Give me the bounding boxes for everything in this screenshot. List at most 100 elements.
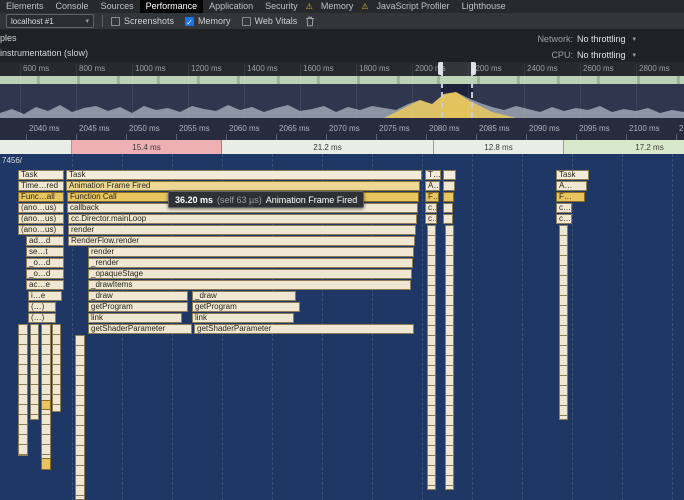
- tab-lighthouse[interactable]: Lighthouse: [456, 0, 512, 13]
- checkbox-unchecked-icon[interactable]: [241, 16, 251, 26]
- tab-application[interactable]: Application: [203, 0, 259, 13]
- flame-bar[interactable]: _o…d: [26, 258, 64, 268]
- flame-bar[interactable]: Time…red: [18, 181, 64, 191]
- selection-window[interactable]: [441, 62, 473, 118]
- flame-bar[interactable]: [443, 203, 453, 213]
- tab-elements[interactable]: Elements: [0, 0, 50, 13]
- flame-bar[interactable]: i…e: [28, 291, 62, 301]
- timing-band[interactable]: 17.2 ms: [564, 140, 684, 154]
- checkbox-label: Memory: [198, 16, 231, 26]
- flame-bar[interactable]: F…: [425, 192, 439, 202]
- ruler-tick-label: 2100 ms: [629, 124, 660, 133]
- flame-bar[interactable]: c…: [556, 214, 572, 224]
- gridline: [522, 154, 523, 500]
- flame-bar[interactable]: cc.Director.mainLoop: [68, 214, 417, 224]
- tab-performance[interactable]: Performance: [139, 0, 204, 13]
- flame-bar[interactable]: Task: [18, 170, 64, 180]
- flame-bar[interactable]: _o…d: [26, 269, 64, 279]
- call-stack-bar[interactable]: [445, 225, 454, 490]
- flame-bar[interactable]: _opaqueStage: [88, 269, 412, 279]
- call-stack-bar[interactable]: [427, 225, 436, 490]
- network-throttling-select[interactable]: Network: No throttling ▾: [537, 34, 636, 44]
- tooltip-duration: 36.20 ms: [175, 194, 214, 205]
- checkbox-web-vitals[interactable]: Web Vitals: [241, 16, 297, 26]
- flame-bar[interactable]: render: [68, 225, 416, 235]
- toolbar-divider: [102, 15, 103, 27]
- flame-bar[interactable]: RenderFlow.render: [68, 236, 415, 246]
- call-stack-bar[interactable]: [41, 458, 51, 470]
- timing-band[interactable]: 12.8 ms: [434, 140, 564, 154]
- settings-text-truncated: instrumentation (slow): [0, 48, 89, 58]
- flame-bar[interactable]: render: [88, 247, 414, 257]
- flame-bar[interactable]: c…: [556, 203, 572, 213]
- checkbox-checked-icon[interactable]: ✓: [185, 16, 195, 27]
- call-stack-bar[interactable]: [18, 324, 28, 456]
- call-stack-bar[interactable]: [30, 324, 39, 420]
- ruler-tick-label: 2085 ms: [479, 124, 510, 133]
- flame-bar[interactable]: [443, 192, 454, 202]
- gridline: [672, 154, 673, 500]
- flame-bar[interactable]: A…: [425, 181, 440, 191]
- flame-bar[interactable]: Func…all: [18, 192, 64, 202]
- timing-band[interactable]: 15.4 ms: [72, 140, 222, 154]
- trash-icon[interactable]: [305, 16, 315, 27]
- tab-sources[interactable]: Sources: [95, 0, 140, 13]
- target-select[interactable]: localhost #1 ▾: [6, 14, 94, 28]
- flame-bar[interactable]: _drawItems: [88, 280, 411, 290]
- checkbox-memory[interactable]: ✓ Memory: [185, 16, 231, 27]
- flame-bar[interactable]: c…: [425, 214, 437, 224]
- ruler-tick-label: 2095 ms: [579, 124, 610, 133]
- flame-bar[interactable]: getProgram: [192, 302, 300, 312]
- tab-javascript-profiler[interactable]: JavaScript Profiler: [371, 0, 456, 13]
- flame-bar[interactable]: _render: [88, 258, 413, 268]
- flame-bar[interactable]: (ano…us): [18, 225, 64, 235]
- flame-bar[interactable]: (…): [28, 302, 56, 312]
- checkbox-screenshots[interactable]: Screenshots: [111, 16, 174, 26]
- flame-bar[interactable]: c…: [425, 203, 437, 213]
- flame-bar[interactable]: Animation Frame Fired: [66, 181, 420, 191]
- selection-handle-left[interactable]: [438, 62, 443, 75]
- flame-bar[interactable]: F…: [556, 192, 585, 202]
- call-stack-bar[interactable]: [559, 225, 568, 420]
- flame-bar[interactable]: link: [88, 313, 182, 323]
- checkbox-unchecked-icon[interactable]: [111, 16, 120, 26]
- chevron-down-icon: ▾: [632, 36, 636, 43]
- selection-handle-right[interactable]: [471, 62, 476, 75]
- flame-bar[interactable]: getShaderParameter: [88, 324, 192, 334]
- flame-bar[interactable]: getProgram: [88, 302, 188, 312]
- flame-bar[interactable]: T…: [425, 170, 441, 180]
- flame-bar[interactable]: ac…e: [26, 280, 64, 290]
- flame-bar[interactable]: [443, 214, 453, 224]
- call-stack-bar[interactable]: [52, 324, 61, 412]
- devtools-tab-bar: Elements Console Sources Performance Applica…: [0, 0, 684, 14]
- cpu-throttling-select[interactable]: CPU: No throttling ▾: [551, 50, 636, 60]
- capture-options: Screenshots ✓ Memory Web Vitals: [111, 16, 297, 27]
- tab-console[interactable]: Console: [50, 0, 95, 13]
- flame-bar[interactable]: link: [192, 313, 294, 323]
- flame-bar[interactable]: Task: [556, 170, 589, 180]
- flame-bar[interactable]: (…): [28, 313, 56, 323]
- flame-bar[interactable]: _draw: [192, 291, 296, 301]
- flame-bar[interactable]: ad…d: [26, 236, 64, 246]
- flame-bar[interactable]: Task: [66, 170, 422, 180]
- ruler-tick-label: 2045 ms: [79, 124, 110, 133]
- timing-band[interactable]: [0, 140, 72, 154]
- ruler-tick-label: 2065 ms: [279, 124, 310, 133]
- checkbox-label: Screenshots: [124, 16, 175, 26]
- gridline: [572, 154, 573, 500]
- timing-band[interactable]: 21.2 ms: [222, 140, 434, 154]
- capture-settings-panel: ples instrumentation (slow) Network: No …: [0, 30, 684, 62]
- call-stack-bar[interactable]: [41, 324, 51, 470]
- call-stack-bar[interactable]: [75, 335, 85, 500]
- flame-bar[interactable]: A…: [556, 181, 587, 191]
- flame-bar[interactable]: [443, 181, 455, 191]
- flame-bar[interactable]: (ano…us): [18, 214, 64, 224]
- flame-bar[interactable]: (ano…us): [18, 203, 64, 213]
- tab-security[interactable]: Security: [259, 0, 304, 13]
- flame-bar[interactable]: getShaderParameter: [194, 324, 414, 334]
- call-stack-bar[interactable]: [41, 400, 51, 410]
- flame-bar[interactable]: se…t: [26, 247, 64, 257]
- flame-bar[interactable]: _draw: [88, 291, 188, 301]
- flame-bar[interactable]: [443, 170, 456, 180]
- tab-memory[interactable]: Memory: [315, 0, 360, 13]
